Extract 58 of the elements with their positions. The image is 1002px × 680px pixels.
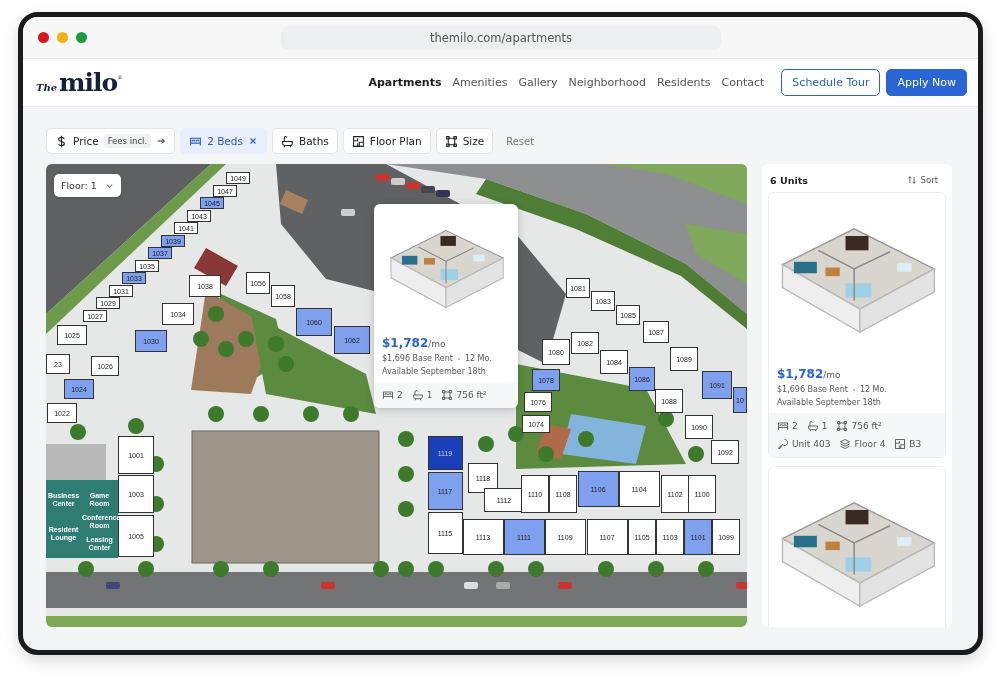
availability: Available September 18th [777, 398, 882, 407]
bathtub-icon [411, 389, 424, 401]
key-icon [777, 438, 789, 450]
address-bar[interactable]: themilo.com/apartments [281, 26, 721, 50]
unit-count: 6 Units [770, 174, 808, 186]
base-rent: $1,696 Base Rent [382, 354, 453, 363]
arrow-right-icon [156, 136, 167, 146]
floor-plan-icon [351, 134, 365, 148]
spec-text: B3 [909, 439, 922, 449]
spec-text: 2 [792, 421, 798, 431]
sort-button[interactable]: Sort [900, 174, 944, 186]
unit-card[interactable]: $1,782/mo $1,696 Base Rent 12 Mo. Available September 18th 2 1 756 ft² Unit 403 Floor 4 B3 [768, 192, 946, 458]
price: $1,782/mo [382, 336, 447, 350]
filter-button[interactable]: 2 Beds [180, 128, 267, 154]
maximize-window-icon[interactable] [76, 32, 87, 43]
availability: Available September 18th [382, 367, 487, 376]
close-window-icon[interactable] [38, 32, 49, 43]
reset-link[interactable]: Reset [506, 135, 535, 147]
filter-button[interactable]: Price Fees incl. [46, 128, 176, 154]
unit-card[interactable] [768, 466, 946, 627]
floor-plan-icon [894, 438, 907, 450]
filter-button[interactable]: Baths [271, 128, 338, 154]
nav-link[interactable]: Apartments [368, 76, 442, 89]
filter-button[interactable]: Size [435, 128, 494, 154]
lease-term: 12 Mo. [859, 385, 887, 394]
schedule-tour-button[interactable]: Schedule Tour [781, 69, 881, 96]
unit-popup-card[interactable]: $1,782/mo $1,696 Base Rent 12 Mo. Available September 18th 2 1 756 ft² [374, 204, 518, 408]
fees-tag: Fees incl. [103, 134, 152, 148]
area-icon [444, 134, 458, 148]
filter-button[interactable]: Floor Plan [342, 128, 431, 154]
bathtub-icon [280, 134, 294, 148]
lease-term: 12 Mo. [464, 354, 492, 363]
layers-icon [839, 438, 852, 450]
dollar-icon [55, 134, 68, 148]
caret-icon [105, 181, 114, 190]
bathtub-icon [806, 420, 819, 432]
nav-link[interactable]: Contact [721, 76, 765, 89]
spec-text: 1 [821, 421, 828, 431]
spec-text: Unit 403 [792, 439, 831, 449]
nav-link[interactable]: Residents [657, 76, 711, 89]
nav-link[interactable]: Amenities [452, 76, 508, 89]
spec-text: 756 ft² [456, 390, 487, 400]
sort-icon [906, 175, 917, 185]
nav-link[interactable]: Neighborhood [568, 76, 647, 89]
spec-text: Floor 4 [854, 439, 886, 449]
area-icon [441, 389, 454, 401]
spec-text: 2 [397, 390, 403, 400]
close-icon[interactable] [247, 136, 258, 146]
floor-dropdown[interactable]: Floor: 1 [54, 174, 121, 197]
apply-button[interactable]: Apply Now [886, 69, 967, 96]
base-rent: $1,696 Base Rent [777, 385, 848, 394]
area-icon [836, 420, 849, 432]
spec-text: 1 [426, 390, 433, 400]
bed-icon [777, 420, 789, 432]
price: $1,782/mo [777, 367, 842, 381]
nav-link[interactable]: Gallery [518, 76, 558, 89]
bed-icon [382, 389, 394, 401]
spec-text: 756 ft² [851, 421, 882, 431]
